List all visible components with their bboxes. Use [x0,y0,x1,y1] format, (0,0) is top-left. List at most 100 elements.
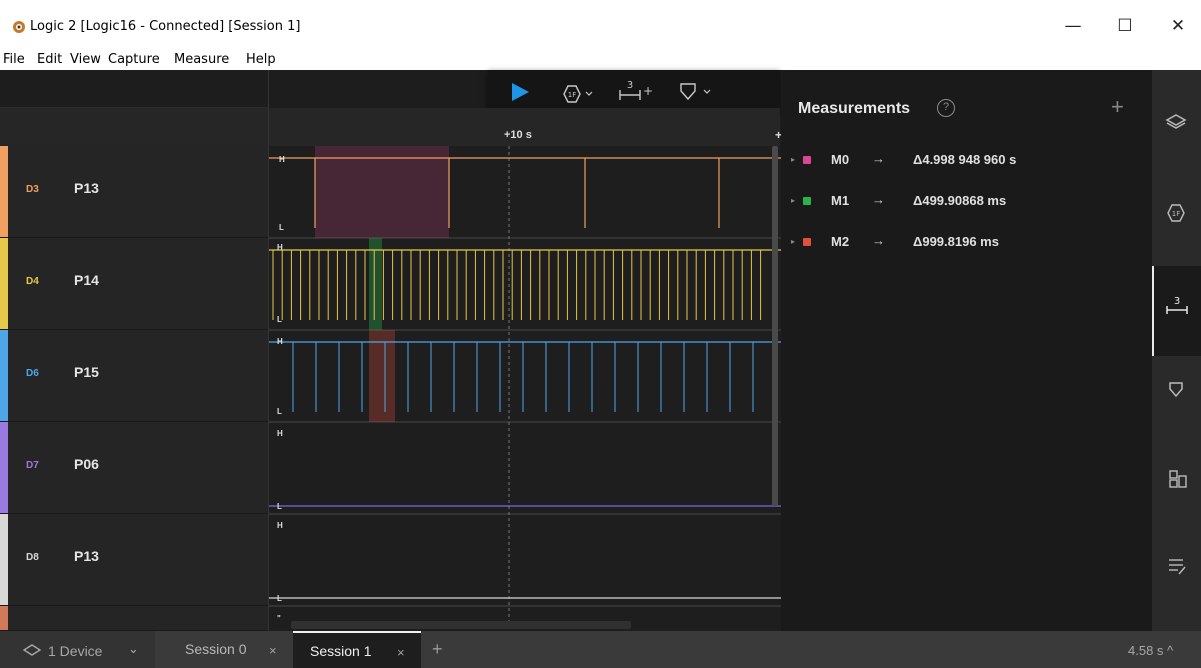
add-tab-button[interactable]: + [432,639,443,660]
measurements-title: Measurements [798,100,911,117]
menu-edit[interactable]: Edit [37,52,62,67]
svg-text:": " [277,614,281,623]
horizontal-scrollbar[interactable] [291,621,631,629]
svg-text:3: 3 [627,80,633,91]
measurement-arrow: → [872,192,885,207]
measurement-row-m2[interactable]: ▸ M2 → Δ999.8196 ms [781,232,1152,254]
svg-text:L: L [277,594,282,603]
channel-color-swatch [0,146,8,237]
measurement-name: M1 [831,193,850,208]
channel-id: D3 [26,184,39,195]
measurement-arrow: → [872,233,885,248]
channel-name[interactable]: P14 [74,272,99,288]
measurement-color [803,156,811,164]
svg-text:3: 3 [1174,296,1180,307]
measurement-value: Δ499.90868 ms [913,193,1007,208]
marker-icon[interactable] [678,80,714,104]
svg-text:L: L [277,407,282,416]
channel-row-d3[interactable]: D3 P13 [0,146,268,238]
expand-caret-icon[interactable]: ▸ [791,155,795,164]
vertical-scrollbar[interactable] [772,146,778,506]
channel-id: D6 [26,368,39,379]
device-selector[interactable]: 1 Device ⌄ [0,631,155,668]
close-tab-icon[interactable]: × [269,643,277,658]
svg-text:H: H [279,155,285,164]
main-workspace: 1F 3 + +10 s + D3 P13 D4 P14 D6 P15 D7 P… [0,70,1201,631]
tab-label: Session 0 [185,641,247,657]
waveform-canvas[interactable]: H L H L H L H L H L " [269,146,781,631]
help-icon[interactable]: ? [937,99,955,117]
channel-name[interactable]: P13 [74,548,99,564]
channel-header [0,70,268,108]
waveform-area[interactable]: H L H L H L H L H L " [268,146,781,631]
device-icon [22,644,42,656]
measurement-row-m0[interactable]: ▸ M0 → Δ4.998 948 960 s [781,150,1152,172]
channel-name[interactable]: P15 [74,364,99,380]
device-label: 1 Device [48,643,103,659]
svg-text:H: H [277,429,283,438]
channel-name[interactable]: P13 [74,180,99,196]
add-measurement-button[interactable]: + [1111,94,1124,120]
play-icon[interactable] [510,80,530,104]
tab-session-0[interactable]: Session 0 × [168,631,288,668]
expand-caret-icon[interactable]: ▸ [791,237,795,246]
svg-text:1F: 1F [1172,210,1180,218]
channel-color-swatch [0,330,8,421]
channel-color-swatch [0,238,8,329]
channel-row-d4[interactable]: D4 P14 [0,238,268,330]
tab-label: Session 1 [310,643,372,659]
measurement-color [803,197,811,205]
menu-file[interactable]: File [3,52,25,67]
measurement-name: M0 [831,152,850,167]
svg-text:H: H [277,521,283,530]
channel-id: D4 [26,276,39,287]
channel-color-swatch [0,514,8,605]
channel-color-swatch [0,422,8,513]
svg-text:L: L [279,223,284,232]
analyzer-icon[interactable]: 1F [562,82,596,106]
measure-icon[interactable]: 3 + [618,78,652,102]
channel-row-d6[interactable]: D6 P15 [0,330,268,422]
layers-icon[interactable] [1152,70,1201,160]
notes-icon[interactable] [1152,532,1201,622]
svg-text:H: H [277,337,283,346]
measure-icon[interactable]: 3 [1152,266,1201,356]
close-tab-icon[interactable]: × [397,645,405,660]
measurement-value: Δ999.8196 ms [913,234,999,249]
app-logo-icon [13,21,25,33]
title-bar: Logic 2 [Logic16 - Connected] [Session 1… [0,0,1201,50]
channel-row-d7[interactable]: D7 P06 [0,422,268,514]
marker-icon[interactable] [1152,348,1201,438]
right-sidebar: 1F 3 [1152,70,1201,631]
measurement-row-m1[interactable]: ▸ M1 → Δ499.90868 ms [781,191,1152,213]
maximize-button[interactable]: ☐ [1110,14,1140,38]
measurement-name: M2 [831,234,850,249]
svg-text:L: L [277,315,282,324]
extensions-icon[interactable] [1152,440,1201,530]
channel-row-d8[interactable]: D8 P13 [0,514,268,606]
menu-measure[interactable]: Measure [174,52,229,67]
tab-session-1[interactable]: Session 1 × [293,631,421,668]
svg-text:L: L [277,502,282,511]
channel-name[interactable]: P06 [74,456,99,472]
measurements-panel: Measurements ? + ▸ M0 → Δ4.998 948 960 s… [781,70,1152,631]
channel-row-partial [0,606,268,631]
menu-capture[interactable]: Capture [108,52,160,67]
channel-id: D8 [26,552,39,563]
measurement-color [803,238,811,246]
menu-help[interactable]: Help [246,52,276,67]
channel-id: D7 [26,460,39,471]
window-title: Logic 2 [Logic16 - Connected] [Session 1… [30,19,301,34]
menu-view[interactable]: View [70,52,101,67]
channel-subheader [0,108,268,146]
close-button[interactable]: ✕ [1163,14,1193,38]
chevron-down-icon: ⌄ [128,641,139,656]
svg-text:1F: 1F [568,91,576,99]
capture-duration: 4.58 s ^ [1128,643,1174,658]
minimize-button[interactable]: — [1058,14,1088,38]
analyzer-icon[interactable]: 1F [1152,168,1201,258]
capture-toolbar: 1F 3 + [488,70,780,112]
channel-color-swatch [0,606,8,630]
expand-caret-icon[interactable]: ▸ [791,196,795,205]
menu-bar: File Edit View Capture Measure Help [0,50,1201,70]
